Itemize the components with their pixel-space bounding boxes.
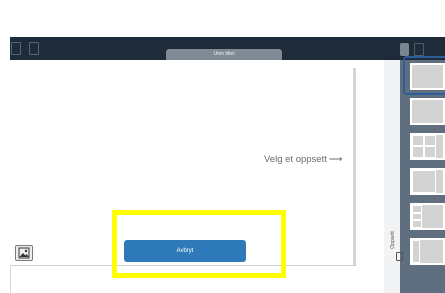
- layout-thumbnail[interactable]: [410, 238, 445, 265]
- canvas-edge: [353, 68, 356, 265]
- document-title-tab[interactable]: Uten tittel: [166, 49, 282, 60]
- selected-layout-outline: [403, 56, 445, 95]
- layout-cell: [412, 220, 422, 228]
- layout-hint-text: Velg et oppsett: [264, 154, 327, 165]
- divider: [10, 265, 11, 293]
- layout-cell: [412, 170, 436, 193]
- layout-panel-label: Oppsett: [390, 231, 396, 249]
- app-window: Uten tittel Velg et oppsett ⟶ Avbryt Opps…: [0, 0, 445, 293]
- arrow-right-icon: ⟶: [328, 154, 343, 165]
- layout-cell: [412, 135, 424, 146]
- layout-thumbnail[interactable]: [410, 168, 445, 195]
- layout-cell: [412, 240, 420, 263]
- lock-icon[interactable]: [400, 43, 409, 56]
- page-icon[interactable]: [11, 42, 21, 55]
- phone-icon[interactable]: [396, 252, 403, 261]
- document-icon[interactable]: [29, 42, 39, 55]
- layout-thumbnail[interactable]: [410, 203, 445, 230]
- highlight-annotation: [112, 210, 286, 278]
- layout-cell: [424, 146, 436, 158]
- layout-hint: Velg et oppsett ⟶: [264, 154, 342, 165]
- insert-image-button[interactable]: [15, 245, 33, 261]
- layout-cell: [424, 135, 436, 146]
- layout-cell: [412, 205, 422, 213]
- share-icon[interactable]: [414, 43, 424, 56]
- layout-cell: [412, 213, 422, 220]
- layout-cell: [412, 146, 424, 158]
- layout-thumbnail[interactable]: [410, 133, 445, 160]
- layout-thumbnail[interactable]: [410, 98, 445, 125]
- image-icon: [18, 247, 30, 259]
